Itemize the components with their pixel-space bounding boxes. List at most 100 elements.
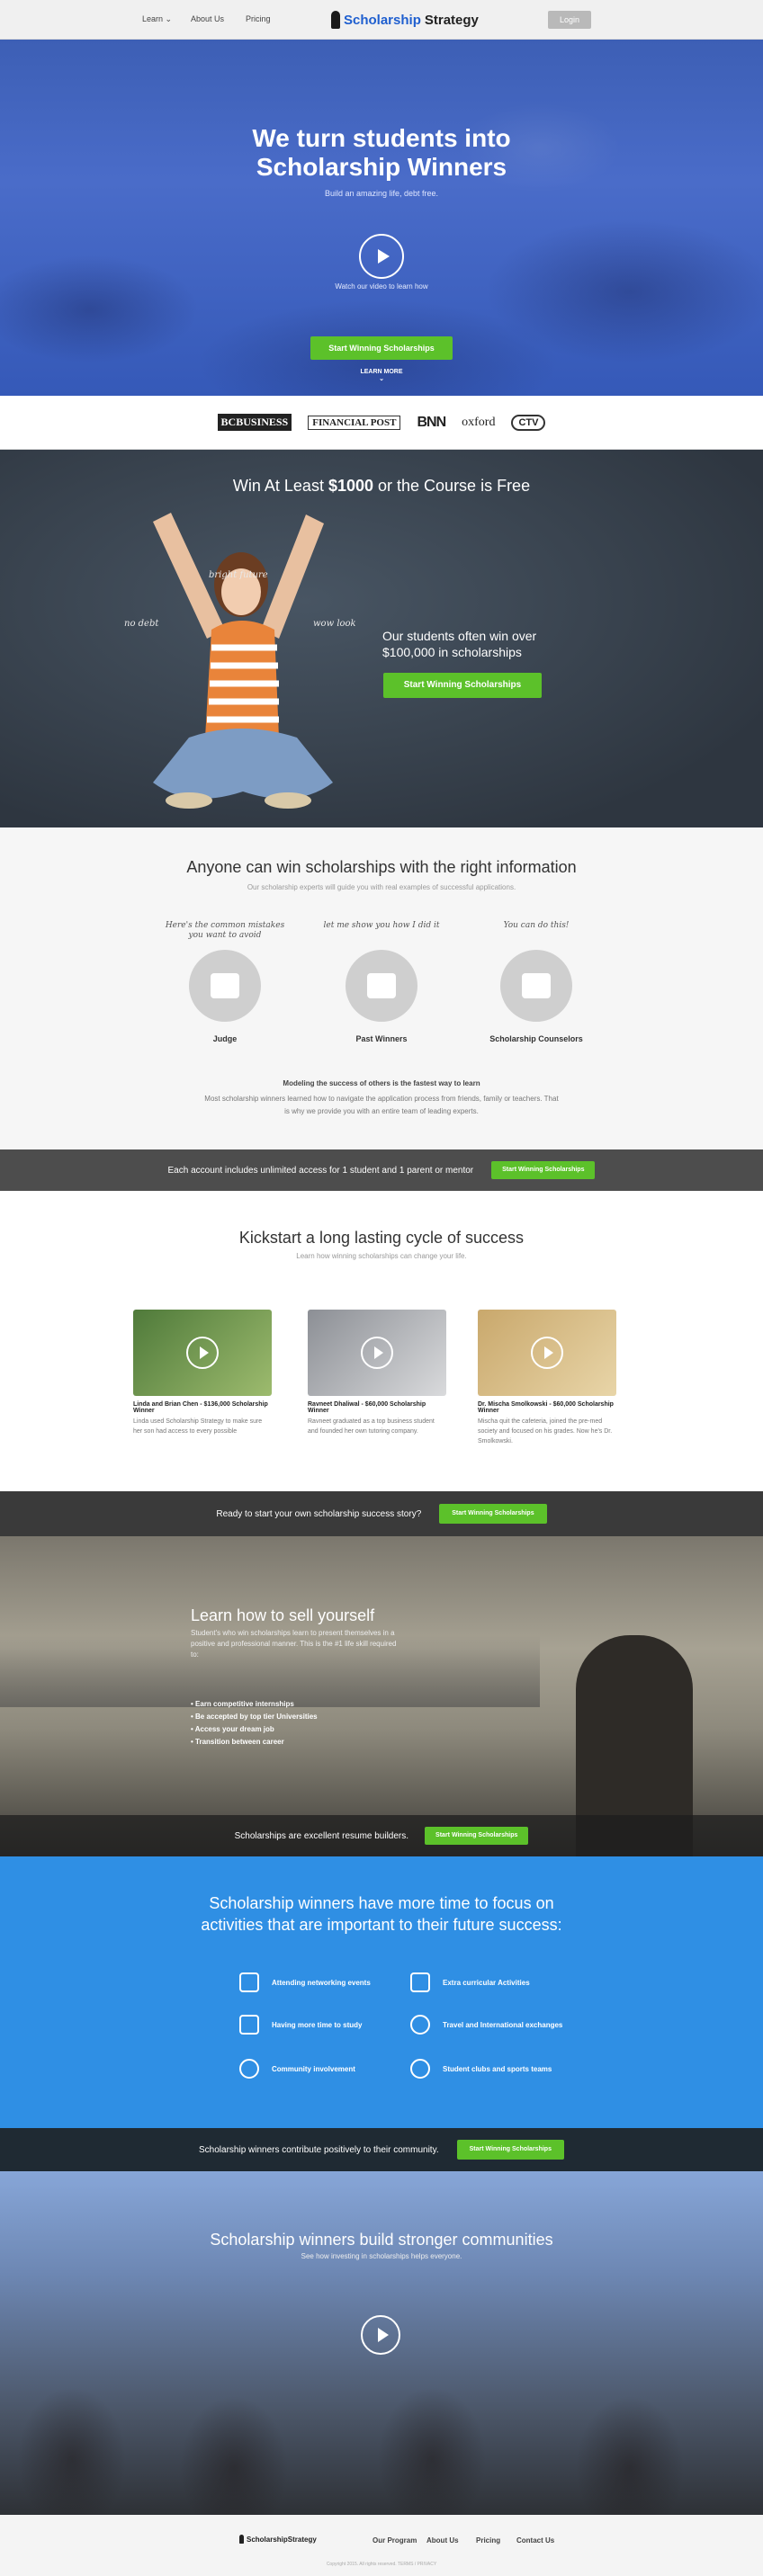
nav-about[interactable]: About Us [191, 14, 224, 23]
benefit-item: Community involvement [239, 2057, 419, 2080]
access-cta-bar: Each account includes unlimited access f… [0, 1149, 763, 1191]
student-photo [153, 513, 333, 809]
story-name: Ravneet Dhaliwal - $60,000 Scholarship W… [308, 1401, 426, 1414]
guarantee-cta-button[interactable]: Start Winning Scholarships [383, 673, 542, 698]
play-icon[interactable] [531, 1337, 563, 1369]
contribute-cta-button[interactable]: Start Winning Scholarships [456, 2140, 564, 2160]
play-video-icon[interactable] [361, 2315, 400, 2355]
contribute-cta-bar: Scholarship winners contribute positivel… [0, 2128, 763, 2171]
benefit-item: Attending networking events [239, 1971, 419, 1994]
benefit-item: Extra curricular Activities [410, 1971, 590, 1994]
communities-section: Scholarship winners build stronger commu… [0, 2171, 763, 2515]
info-paragraph: Most scholarship winners learned how to … [204, 1095, 559, 1115]
benefit-item: Travel and International exchanges [410, 2013, 590, 2036]
logo[interactable]: Scholarship Strategy [331, 10, 479, 30]
press-logo: BNN [417, 414, 446, 430]
benefits-title: Scholarship winners have more time to fo… [201, 1894, 562, 1934]
access-cta-button[interactable]: Start Winning Scholarships [491, 1161, 596, 1179]
logo-text-2: Strategy [424, 12, 479, 28]
handwritten-note: let me show you how I did it [323, 921, 440, 930]
footer-link[interactable]: Pricing [476, 2536, 500, 2545]
guarantee-section: Win At Least $1000 or the Course is Free… [0, 450, 763, 827]
story-name: Linda and Brian Chen - $136,000 Scholars… [133, 1401, 268, 1414]
press-logo: FINANCIAL POST [308, 415, 401, 430]
handwritten-note: You can do this! [503, 921, 570, 930]
airplane-icon [410, 2015, 430, 2035]
info-title: Anyone can win scholarships with the rig… [186, 858, 577, 876]
list-item: Access your dream job [191, 1723, 318, 1736]
chalk-note: wow look [313, 619, 356, 629]
phone-icon [239, 2015, 259, 2035]
hero-title: We turn students into Scholarship Winners [252, 124, 511, 181]
expert-caption: Scholarship Counselors [489, 1034, 583, 1043]
guarantee-title: Win At Least $1000 or the Course is Free [232, 477, 531, 495]
list-item: Transition between career [191, 1736, 318, 1749]
learn-more-link[interactable]: LEARN MORE ⌄ [0, 369, 763, 382]
press-logos: BCBUSINESS FINANCIAL POST BNN oxford CTV [0, 396, 763, 450]
top-nav: Learn ⌄ About Us Pricing Scholarship Stra… [0, 0, 763, 40]
chevron-down-icon: ⌄ [165, 14, 173, 23]
footer-link[interactable]: Contact Us [516, 2536, 554, 2545]
nav-pricing[interactable]: Pricing [246, 14, 271, 23]
story-photo[interactable] [308, 1310, 446, 1396]
hero-subtitle: Build an amazing life, debt free. [324, 189, 439, 198]
info-bold-text: Modeling the success of others is the fa… [283, 1079, 480, 1087]
guarantee-text: Our students often win over $100,000 in s… [382, 629, 537, 659]
sell-title: Learn how to sell yourself [191, 1606, 375, 1624]
watch-video-text: Watch our video to learn how [335, 282, 428, 291]
hero: We turn students into Scholarship Winners… [0, 40, 763, 396]
handwritten-note: Here's the common mistakes you want to a… [165, 921, 285, 940]
story-name: Dr. Mischa Smolkowski - $60,000 Scholars… [478, 1401, 614, 1414]
stories-subtitle: Learn how winning scholarships can chang… [296, 1252, 467, 1260]
stories-section: Kickstart a long lasting cycle of succes… [0, 1191, 763, 1491]
list-item: Be accepted by top tier Universities [191, 1711, 318, 1723]
benefits-section: Scholarship winners have more time to fo… [0, 1856, 763, 2128]
story-card: Linda and Brian Chen - $136,000 Scholars… [133, 1310, 272, 1436]
story-text: Ravneet graduated as a top business stud… [308, 1418, 435, 1435]
expert-caption: Past Winners [355, 1034, 408, 1043]
press-logo: CTV [511, 414, 546, 431]
story-text: Linda used Scholarship Strategy to make … [133, 1418, 263, 1435]
judge-icon [189, 950, 261, 1022]
footer: ScholarshipStrategy Our Program About Us… [0, 2515, 763, 2576]
copyright: Copyright 2015. All rights reserved. TER… [326, 2562, 437, 2567]
expert-caption: Judge [212, 1034, 238, 1043]
briefcase-icon [239, 1972, 259, 1992]
resume-cta-button[interactable]: Start Winning Scholarships [425, 1827, 529, 1845]
press-logo: BCBUSINESS [217, 414, 292, 431]
counselor-icon [500, 950, 572, 1022]
chalk-note: bright future [209, 570, 268, 580]
chalk-note: no debt [124, 619, 159, 629]
benefit-item: Student clubs and sports teams [410, 2057, 590, 2080]
logo-mark-icon [331, 11, 340, 29]
contribute-text: Scholarship winners contribute positivel… [199, 2144, 439, 2155]
story-card: Dr. Mischa Smolkowski - $60,000 Scholars… [478, 1310, 616, 1446]
teacher-icon [346, 950, 417, 1022]
info-subtitle: Our scholarship experts will guide you w… [247, 883, 516, 891]
press-logo: oxford [462, 415, 496, 429]
hero-cta-button[interactable]: Start Winning Scholarships [310, 336, 453, 360]
camera-icon [410, 1972, 430, 1992]
ready-cta-button[interactable]: Start Winning Scholarships [439, 1504, 547, 1524]
footer-link[interactable]: About Us [426, 2536, 459, 2545]
play-video-icon[interactable] [359, 234, 404, 279]
play-icon[interactable] [186, 1337, 219, 1369]
sell-section: Learn how to sell yourself Student's who… [0, 1536, 763, 1856]
story-card: Ravneet Dhaliwal - $60,000 Scholarship W… [308, 1310, 446, 1436]
footer-logo[interactable]: ScholarshipStrategy [239, 2535, 317, 2544]
ready-cta-bar: Ready to start your own scholarship succ… [0, 1491, 763, 1536]
story-photo[interactable] [478, 1310, 616, 1396]
info-section: Anyone can win scholarships with the rig… [0, 827, 763, 1149]
list-item: Earn competitive internships [191, 1698, 318, 1711]
nav-learn[interactable]: Learn ⌄ [142, 14, 172, 24]
play-icon[interactable] [361, 1337, 393, 1369]
ready-text: Ready to start your own scholarship succ… [216, 1508, 422, 1519]
sell-paragraph: Student's who win scholarships learn to … [191, 1629, 397, 1659]
footer-link[interactable]: Our Program [373, 2536, 417, 2545]
story-photo[interactable] [133, 1310, 272, 1396]
login-button[interactable]: Login [548, 11, 591, 29]
communities-subtitle: See how investing in scholarships helps … [301, 2252, 462, 2260]
logo-text-1: Scholarship [344, 12, 421, 28]
benefit-item: Having more time to study [239, 2013, 419, 2036]
access-text: Each account includes unlimited access f… [167, 1165, 474, 1176]
